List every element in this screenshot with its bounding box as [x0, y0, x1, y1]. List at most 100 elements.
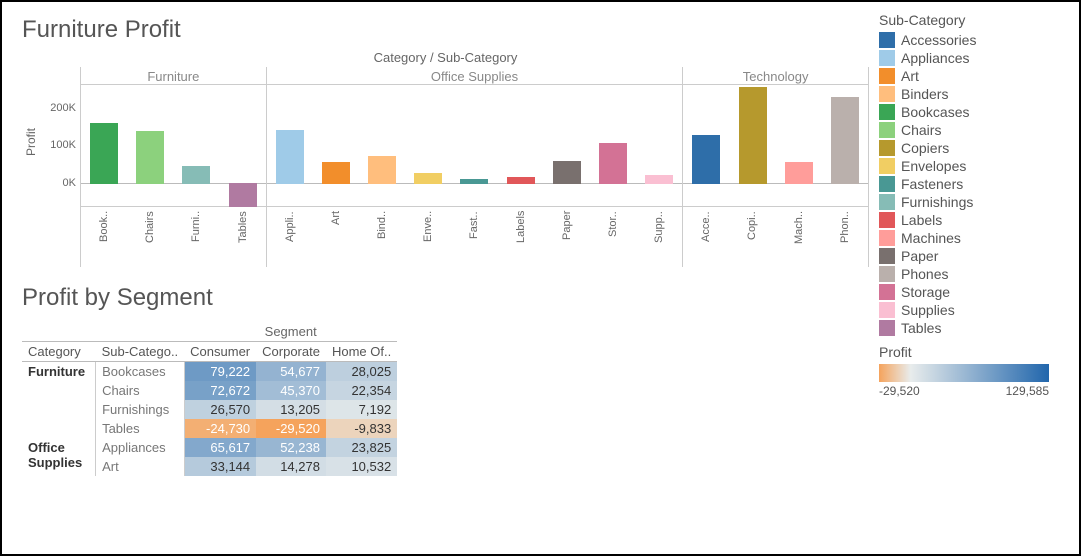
- legend-label: Chairs: [901, 122, 941, 138]
- legend-item[interactable]: Binders: [879, 86, 1069, 102]
- bar[interactable]: [692, 135, 720, 184]
- bar[interactable]: [460, 179, 488, 184]
- legend-item[interactable]: Supplies: [879, 302, 1069, 318]
- legend-item[interactable]: Paper: [879, 248, 1069, 264]
- value-cell[interactable]: 13,205: [256, 400, 326, 419]
- legend-item[interactable]: Chairs: [879, 122, 1069, 138]
- column-header[interactable]: Consumer: [184, 342, 256, 362]
- x-label: Appli..: [267, 207, 313, 267]
- subcategory-cell: Furnishings: [96, 400, 185, 419]
- value-cell[interactable]: -9,833: [326, 419, 397, 438]
- value-cell[interactable]: 72,672: [184, 381, 256, 400]
- swatch-icon: [879, 212, 895, 228]
- x-label: Paper: [544, 207, 590, 267]
- gradient-bar: [879, 364, 1049, 382]
- group-title: Technology: [683, 67, 868, 85]
- x-label: Enve..: [405, 207, 451, 267]
- bar[interactable]: [645, 175, 673, 184]
- subcategory-cell: Chairs: [96, 381, 185, 400]
- value-cell[interactable]: 79,222: [184, 362, 256, 382]
- legend-label: Bookcases: [901, 104, 969, 120]
- column-header[interactable]: Category: [22, 342, 96, 362]
- bar[interactable]: [368, 156, 396, 183]
- legend-title: Sub-Category: [879, 12, 1069, 28]
- legend-item[interactable]: Envelopes: [879, 158, 1069, 174]
- value-cell[interactable]: 28,025: [326, 362, 397, 382]
- value-cell[interactable]: 7,192: [326, 400, 397, 419]
- bar[interactable]: [831, 97, 859, 183]
- bar[interactable]: [229, 183, 257, 207]
- bar[interactable]: [90, 123, 118, 184]
- gradient-min: -29,520: [879, 384, 920, 398]
- legend-label: Binders: [901, 86, 948, 102]
- x-label: Stor..: [590, 207, 636, 267]
- legend-item[interactable]: Art: [879, 68, 1069, 84]
- swatch-icon: [879, 140, 895, 156]
- bar[interactable]: [507, 177, 535, 183]
- bar[interactable]: [322, 162, 350, 184]
- legend-label: Phones: [901, 266, 948, 282]
- swatch-icon: [879, 194, 895, 210]
- y-axis-label: Profit: [22, 128, 40, 156]
- profit-table: Segment CategorySub-Catego..ConsumerCorpo…: [22, 322, 869, 476]
- y-tick: 200K: [50, 102, 76, 114]
- swatch-icon: [879, 266, 895, 282]
- column-header[interactable]: Home Of..: [326, 342, 397, 362]
- group-title: Furniture: [81, 67, 266, 85]
- value-cell[interactable]: -29,520: [256, 419, 326, 438]
- x-label: Furni..: [173, 207, 219, 267]
- category-cell: OfficeSupplies: [22, 438, 96, 476]
- bar[interactable]: [182, 166, 210, 184]
- bar[interactable]: [276, 130, 304, 183]
- x-label: Copi..: [729, 207, 775, 267]
- swatch-icon: [879, 86, 895, 102]
- swatch-icon: [879, 284, 895, 300]
- value-cell[interactable]: 14,278: [256, 457, 326, 476]
- chart-super-header: Category / Sub-Category: [22, 50, 869, 65]
- legend-label: Labels: [901, 212, 942, 228]
- legend-item[interactable]: Bookcases: [879, 104, 1069, 120]
- x-label: Bind..: [359, 207, 405, 267]
- bar[interactable]: [785, 162, 813, 184]
- value-cell[interactable]: -24,730: [184, 419, 256, 438]
- bar[interactable]: [414, 173, 442, 183]
- value-cell[interactable]: 65,617: [184, 438, 256, 457]
- value-cell[interactable]: 22,354: [326, 381, 397, 400]
- legend-label: Envelopes: [901, 158, 966, 174]
- legend-item[interactable]: Accessories: [879, 32, 1069, 48]
- legend-item[interactable]: Storage: [879, 284, 1069, 300]
- value-cell[interactable]: 10,532: [326, 457, 397, 476]
- legend-item[interactable]: Furnishings: [879, 194, 1069, 210]
- column-header[interactable]: Sub-Catego..: [96, 342, 185, 362]
- column-header[interactable]: Corporate: [256, 342, 326, 362]
- legend-label: Tables: [901, 320, 941, 336]
- subcategory-cell: Appliances: [96, 438, 185, 457]
- table-super-header: Segment: [184, 322, 397, 342]
- legend-item[interactable]: Appliances: [879, 50, 1069, 66]
- value-cell[interactable]: 23,825: [326, 438, 397, 457]
- gradient-title: Profit: [879, 344, 1069, 360]
- bar[interactable]: [553, 161, 581, 183]
- value-cell[interactable]: 54,677: [256, 362, 326, 382]
- y-tick: 100K: [50, 139, 76, 151]
- bar[interactable]: [599, 143, 627, 184]
- legend-item[interactable]: Machines: [879, 230, 1069, 246]
- swatch-icon: [879, 158, 895, 174]
- legend-item[interactable]: Phones: [879, 266, 1069, 282]
- legend-item[interactable]: Fasteners: [879, 176, 1069, 192]
- swatch-icon: [879, 122, 895, 138]
- swatch-icon: [879, 248, 895, 264]
- legend-label: Fasteners: [901, 176, 963, 192]
- x-label: Labels: [498, 207, 544, 267]
- value-cell[interactable]: 52,238: [256, 438, 326, 457]
- bar[interactable]: [739, 87, 767, 184]
- bar[interactable]: [136, 131, 164, 184]
- value-cell[interactable]: 45,370: [256, 381, 326, 400]
- value-cell[interactable]: 26,570: [184, 400, 256, 419]
- value-cell[interactable]: 33,144: [184, 457, 256, 476]
- legend-item[interactable]: Tables: [879, 320, 1069, 336]
- swatch-icon: [879, 50, 895, 66]
- legend-label: Accessories: [901, 32, 976, 48]
- legend-item[interactable]: Labels: [879, 212, 1069, 228]
- legend-item[interactable]: Copiers: [879, 140, 1069, 156]
